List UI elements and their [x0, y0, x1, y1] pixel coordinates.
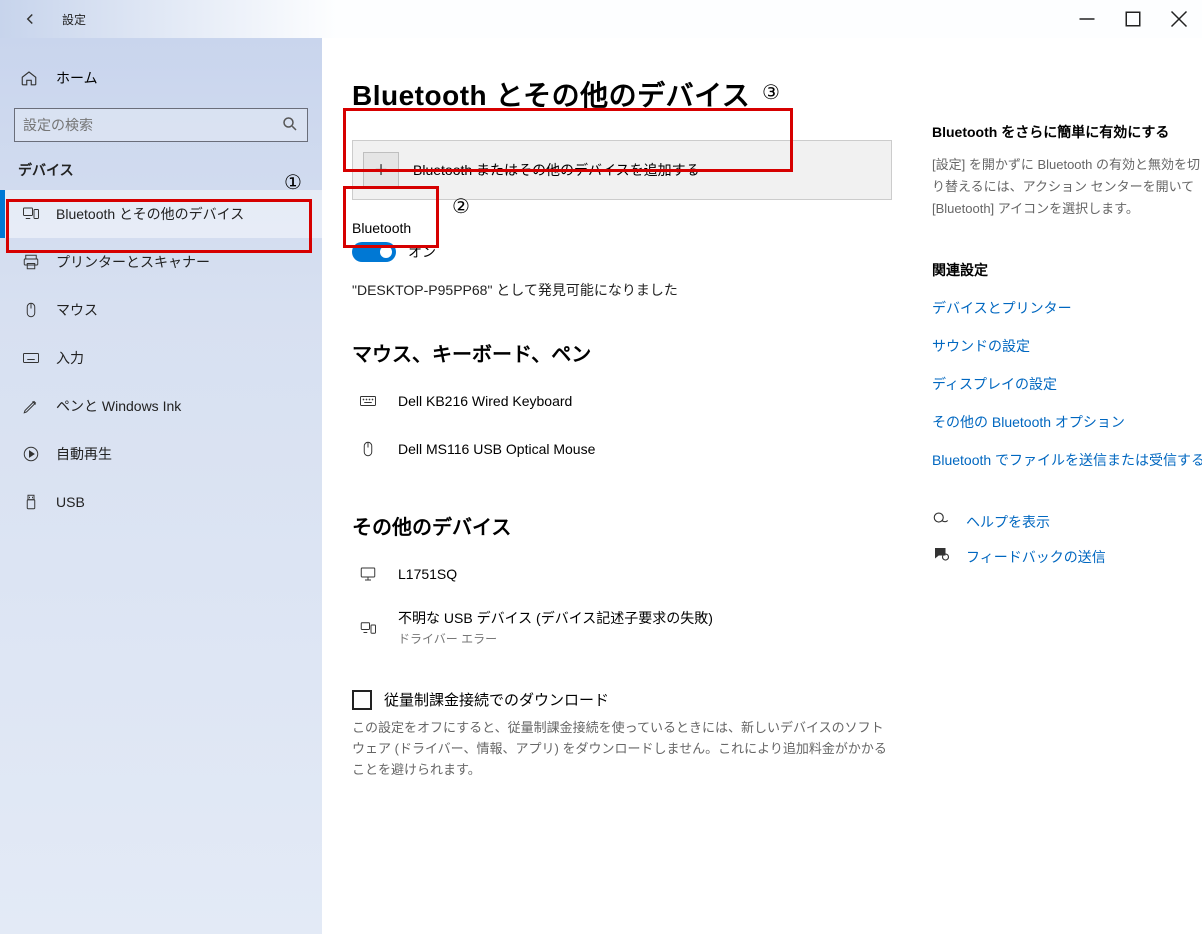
close-button[interactable]	[1156, 0, 1202, 38]
device-item[interactable]: Dell KB216 Wired Keyboard	[352, 377, 892, 425]
add-device-label: Bluetooth またはその他のデバイスを追加する	[413, 160, 700, 180]
sidebar-home-label: ホーム	[56, 68, 98, 88]
sidebar-item-label: マウス	[56, 300, 98, 320]
mouse-icon	[354, 435, 382, 463]
minimize-button[interactable]	[1064, 0, 1110, 38]
metered-download-label: 従量制課金接続でのダウンロード	[384, 689, 609, 710]
sidebar-item-label: ペンと Windows Ink	[56, 396, 181, 416]
device-name: Dell KB216 Wired Keyboard	[398, 393, 572, 409]
sidebar-item-autoplay[interactable]: 自動再生	[0, 430, 322, 478]
link-display-settings[interactable]: ディスプレイの設定	[932, 374, 1202, 394]
main-content: Bluetooth とその他のデバイス + Bluetooth またはその他のデ…	[322, 38, 1202, 934]
group-title-mouse-keyboard: マウス、キーボード、ペン	[352, 338, 892, 367]
device-item[interactable]: Dell MS116 USB Optical Mouse	[352, 425, 892, 473]
help-icon	[932, 510, 952, 533]
devices-icon	[20, 203, 42, 225]
generic-device-icon	[354, 614, 382, 642]
maximize-button[interactable]	[1110, 0, 1156, 38]
bluetooth-toggle[interactable]	[352, 242, 396, 262]
sidebar-item-label: USB	[56, 494, 85, 510]
device-name: Dell MS116 USB Optical Mouse	[398, 441, 595, 457]
mouse-icon	[20, 299, 42, 321]
tip-title: Bluetooth をさらに簡単に有効にする	[932, 122, 1202, 142]
page-title: Bluetooth とその他のデバイス	[352, 74, 892, 114]
metered-download-checkbox[interactable]	[352, 690, 372, 710]
help-label: ヘルプを表示	[966, 512, 1050, 532]
sidebar-item-bluetooth[interactable]: Bluetooth とその他のデバイス	[0, 190, 322, 238]
device-name: L1751SQ	[398, 566, 457, 582]
tip-description: [設定] を開かずに Bluetooth の有効と無効を切り替えるには、アクショ…	[932, 154, 1202, 220]
group-title-other: その他のデバイス	[352, 511, 892, 540]
link-devices-printers[interactable]: デバイスとプリンター	[932, 298, 1202, 318]
home-icon	[20, 69, 42, 87]
feedback-link[interactable]: フィードバックの送信	[932, 545, 1202, 568]
back-button[interactable]	[10, 0, 50, 38]
device-name: 不明な USB デバイス (デバイス記述子要求の失敗)	[398, 608, 713, 628]
bluetooth-toggle-state: オン	[408, 242, 436, 262]
title-bar: 設定	[0, 0, 1202, 38]
printer-icon	[20, 251, 42, 273]
sidebar-item-label: 入力	[56, 348, 84, 368]
window-title: 設定	[62, 11, 86, 28]
maximize-icon	[1124, 10, 1142, 28]
device-item[interactable]: L1751SQ	[352, 550, 892, 598]
add-device-button[interactable]: + Bluetooth またはその他のデバイスを追加する	[352, 140, 892, 200]
device-item[interactable]: 不明な USB デバイス (デバイス記述子要求の失敗) ドライバー エラー	[352, 598, 892, 657]
discoverable-status: "DESKTOP-P95PP68" として発見可能になりました	[352, 280, 892, 300]
keyboard-icon	[20, 347, 42, 369]
monitor-icon	[354, 560, 382, 588]
link-bluetooth-send-receive[interactable]: Bluetooth でファイルを送信または受信する	[932, 450, 1202, 470]
sidebar-item-pen[interactable]: ペンと Windows Ink	[0, 382, 322, 430]
related-settings-title: 関連設定	[932, 260, 1202, 280]
sidebar-category-title: デバイス	[0, 160, 322, 190]
plus-icon: +	[363, 152, 399, 188]
sidebar-home[interactable]: ホーム	[0, 56, 322, 100]
search-icon	[281, 115, 299, 136]
minimize-icon	[1078, 10, 1096, 28]
metered-download-description: この設定をオフにすると、従量制課金接続を使っているときには、新しいデバイスのソフ…	[352, 718, 892, 780]
link-bluetooth-options[interactable]: その他の Bluetooth オプション	[932, 412, 1202, 432]
sidebar-item-mouse[interactable]: マウス	[0, 286, 322, 334]
feedback-label: フィードバックの送信	[966, 547, 1106, 567]
pen-icon	[20, 395, 42, 417]
sidebar-item-label: プリンターとスキャナー	[56, 252, 210, 272]
feedback-icon	[932, 545, 952, 568]
sidebar: ホーム デバイス Bluetooth とその他のデバイス プリンターとスキャナー	[0, 38, 322, 934]
window-controls	[1064, 0, 1202, 38]
help-link[interactable]: ヘルプを表示	[932, 510, 1202, 533]
sidebar-item-printers[interactable]: プリンターとスキャナー	[0, 238, 322, 286]
close-icon	[1170, 10, 1188, 28]
bluetooth-label: Bluetooth	[352, 220, 892, 236]
autoplay-icon	[20, 443, 42, 465]
sidebar-item-usb[interactable]: USB	[0, 478, 322, 526]
link-sound-settings[interactable]: サウンドの設定	[932, 336, 1202, 356]
usb-icon	[20, 491, 42, 513]
search-box[interactable]	[14, 108, 308, 142]
sidebar-item-typing[interactable]: 入力	[0, 334, 322, 382]
keyboard-icon	[354, 387, 382, 415]
search-input[interactable]	[23, 117, 281, 133]
sidebar-item-label: 自動再生	[56, 444, 112, 464]
sidebar-item-label: Bluetooth とその他のデバイス	[56, 204, 244, 224]
arrow-left-icon	[21, 10, 39, 28]
device-status: ドライバー エラー	[398, 630, 713, 647]
